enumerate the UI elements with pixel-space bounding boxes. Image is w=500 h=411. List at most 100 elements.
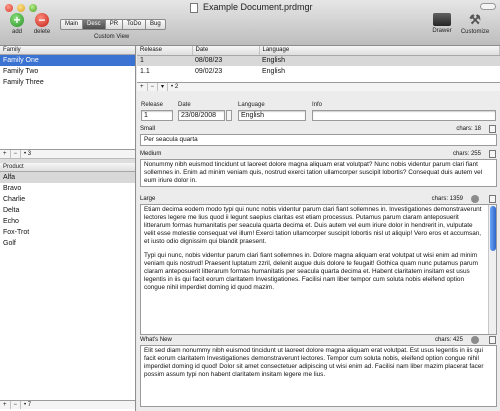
product-count: • 7	[24, 402, 32, 408]
product-item-bravo[interactable]: Bravo	[0, 183, 135, 194]
product-item-alfa[interactable]: Alfa	[0, 172, 135, 183]
product-item-golf[interactable]: Golf	[0, 238, 135, 249]
release-menu-button[interactable]: ▾	[158, 83, 169, 91]
drawer-button[interactable]: Drawer	[430, 13, 454, 34]
date-field[interactable]: 23/08/2008	[178, 110, 225, 121]
customize-button[interactable]: ⚒ Customize	[458, 12, 492, 36]
scrollbar-thumb[interactable]	[490, 206, 496, 251]
plus-circle-icon: +	[10, 13, 24, 27]
spelling-gear-icon[interactable]	[471, 195, 479, 203]
whats-new-header: What's New chars: 425	[140, 336, 497, 345]
language-label: Language	[238, 102, 265, 108]
copy-icon[interactable]	[489, 125, 496, 133]
custom-view-segmented-control[interactable]: Main Desc PR ToDo Bug	[60, 19, 166, 30]
custom-view-label: Custom View	[94, 34, 130, 40]
large-label: Large	[140, 196, 156, 202]
minimize-window-button[interactable]	[17, 4, 25, 12]
large-section: Large chars: 1359 Etiam decima eodem mod…	[140, 195, 497, 335]
date-cell: 09/02/23	[195, 68, 223, 75]
customize-label: Customize	[460, 29, 490, 35]
release-footer-bar: + − ▾ • 2	[137, 82, 500, 91]
medium-header: Medium chars: 255	[140, 150, 497, 159]
product-list[interactable]: Alfa Bravo Charlie Delta Echo Fox-Trot G…	[0, 172, 135, 400]
release-label: Release	[141, 102, 164, 108]
toolbar-toggle-button[interactable]	[480, 3, 496, 10]
large-text-area[interactable]: Etiam decima eodem modo typi qui nunc no…	[140, 204, 497, 335]
product-footer-bar: + − • 7	[0, 400, 135, 409]
small-text-field[interactable]: Per seacula quarta	[140, 134, 497, 146]
no-entry-icon: −	[35, 13, 49, 27]
column-language[interactable]: Language	[259, 46, 500, 56]
release-cell: 1.1	[140, 68, 150, 75]
product-item-echo[interactable]: Echo	[0, 216, 135, 227]
whats-new-label: What's New	[140, 337, 172, 343]
copy-icon[interactable]	[489, 150, 496, 158]
large-char-count: chars: 1359	[431, 196, 463, 202]
large-header: Large chars: 1359	[140, 195, 497, 204]
small-section: Small chars: 18 Per seacula quarta	[140, 125, 497, 146]
family-list[interactable]: Family One Family Two Family Three	[0, 55, 135, 149]
family-footer-bar: + − • 3	[0, 149, 135, 158]
add-button-label: add	[11, 29, 22, 35]
info-field[interactable]	[312, 110, 496, 121]
date-stepper[interactable]	[226, 110, 232, 121]
release-cell: 1	[137, 55, 192, 66]
release-table[interactable]: Release Date Language 1 08/08/23 English…	[137, 46, 500, 77]
column-date[interactable]: Date	[192, 46, 260, 56]
info-label: Info	[312, 102, 323, 108]
drawer-icon	[433, 13, 451, 26]
segment-todo[interactable]: ToDo	[123, 20, 147, 29]
family-remove-button[interactable]: −	[11, 150, 22, 158]
add-button[interactable]: + add	[8, 13, 26, 35]
language-cell: English	[259, 55, 500, 66]
date-label: Date	[178, 102, 191, 108]
small-label: Small	[140, 126, 156, 132]
whats-new-text-area[interactable]: Elit sed diam nonummy nibh euismod tinci…	[140, 345, 497, 407]
large-paragraph-2: Typi qui nunc, nobis videntur parum clar…	[144, 252, 478, 291]
whats-new-section: What's New chars: 425 Elit sed diam nonu…	[140, 336, 497, 407]
release-row[interactable]: 1 08/08/23 English	[137, 55, 500, 66]
family-item-two[interactable]: Family Two	[0, 66, 135, 77]
family-item-three[interactable]: Family Three	[0, 77, 135, 88]
product-add-button[interactable]: +	[0, 401, 11, 409]
release-row[interactable]: 1.1 09/02/23 English	[137, 66, 500, 77]
product-header: Product	[0, 163, 135, 172]
release-add-button[interactable]: +	[137, 83, 148, 91]
window-title: Example Document.prdmgr	[203, 2, 313, 12]
zoom-window-button[interactable]	[29, 4, 37, 12]
product-item-charlie[interactable]: Charlie	[0, 194, 135, 205]
close-window-button[interactable]	[5, 4, 13, 12]
segment-main[interactable]: Main	[61, 20, 84, 29]
segment-bug[interactable]: Bug	[146, 20, 165, 29]
copy-icon[interactable]	[489, 336, 496, 344]
large-scrollbar[interactable]	[488, 205, 496, 334]
release-field[interactable]: 1	[141, 110, 173, 121]
family-add-button[interactable]: +	[0, 150, 11, 158]
family-header: Family	[0, 46, 135, 55]
family-item-one[interactable]: Family One	[0, 55, 135, 66]
segment-pr[interactable]: PR	[106, 20, 124, 29]
product-item-delta[interactable]: Delta	[0, 205, 135, 216]
release-count: • 2	[171, 84, 179, 90]
language-cell: English	[262, 68, 285, 75]
product-remove-button[interactable]: −	[11, 401, 22, 409]
copy-icon[interactable]	[489, 195, 496, 203]
language-field[interactable]: English	[238, 110, 306, 121]
delete-button-label: delete	[33, 29, 51, 35]
spelling-gear-icon[interactable]	[471, 336, 479, 344]
medium-label: Medium	[140, 151, 162, 157]
whats-new-char-count: chars: 425	[434, 337, 463, 343]
drawer-label: Drawer	[432, 28, 452, 34]
left-pane: Family Family One Family Two Family Thre…	[0, 46, 136, 411]
release-table-area: Release Date Language 1 08/08/23 English…	[137, 46, 500, 82]
column-release[interactable]: Release	[137, 46, 193, 56]
medium-section: Medium chars: 255 Nonummy nibh euismod t…	[140, 150, 497, 187]
product-item-fox-trot[interactable]: Fox-Trot	[0, 227, 135, 238]
release-remove-button[interactable]: −	[148, 83, 159, 91]
family-count: • 3	[24, 151, 32, 157]
delete-button[interactable]: − delete	[31, 13, 53, 35]
medium-text-area[interactable]: Nonummy nibh euismod tincidunt ut laoree…	[140, 159, 497, 187]
segment-desc[interactable]: Desc	[83, 20, 106, 29]
small-header: Small chars: 18	[140, 125, 497, 134]
tools-icon: ⚒	[469, 12, 481, 27]
